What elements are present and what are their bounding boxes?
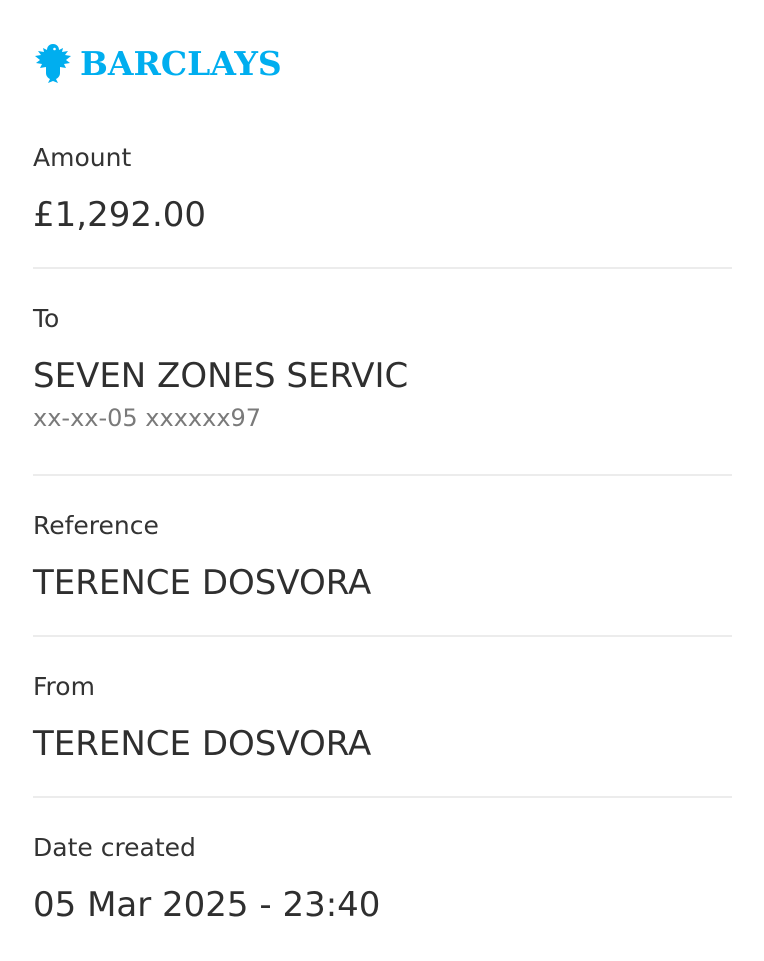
divider (33, 635, 732, 637)
barclays-logo: BARCLAYS (34, 40, 282, 86)
payee-account: xx-xx-05 xxxxxx97 (33, 404, 262, 432)
date-label: Date created (33, 833, 196, 862)
reference-section: Reference TERENCE DOSVORA (33, 511, 732, 603)
payee-section: To SEVEN ZONES SERVIC xx-xx-05 xxxxxx97 (33, 304, 732, 432)
divider (33, 267, 732, 269)
date-section: Date created 05 Mar 2025 - 23:40 (33, 833, 732, 925)
from-section: From TERENCE DOSVORA (33, 672, 732, 764)
eagle-icon (35, 44, 71, 83)
brand-name: BARCLAYS (80, 43, 282, 83)
divider (33, 796, 732, 798)
reference-label: Reference (33, 511, 159, 540)
amount-value: £1,292.00 (33, 195, 207, 235)
amount-label: Amount (33, 143, 132, 172)
from-value: TERENCE DOSVORA (33, 724, 372, 764)
reference-value: TERENCE DOSVORA (33, 563, 372, 603)
payee-label: To (33, 304, 60, 333)
divider (33, 474, 732, 476)
amount-section: Amount £1,292.00 (33, 143, 732, 235)
date-value: 05 Mar 2025 - 23:40 (33, 885, 381, 925)
from-label: From (33, 672, 95, 701)
payee-name: SEVEN ZONES SERVIC (33, 356, 409, 396)
